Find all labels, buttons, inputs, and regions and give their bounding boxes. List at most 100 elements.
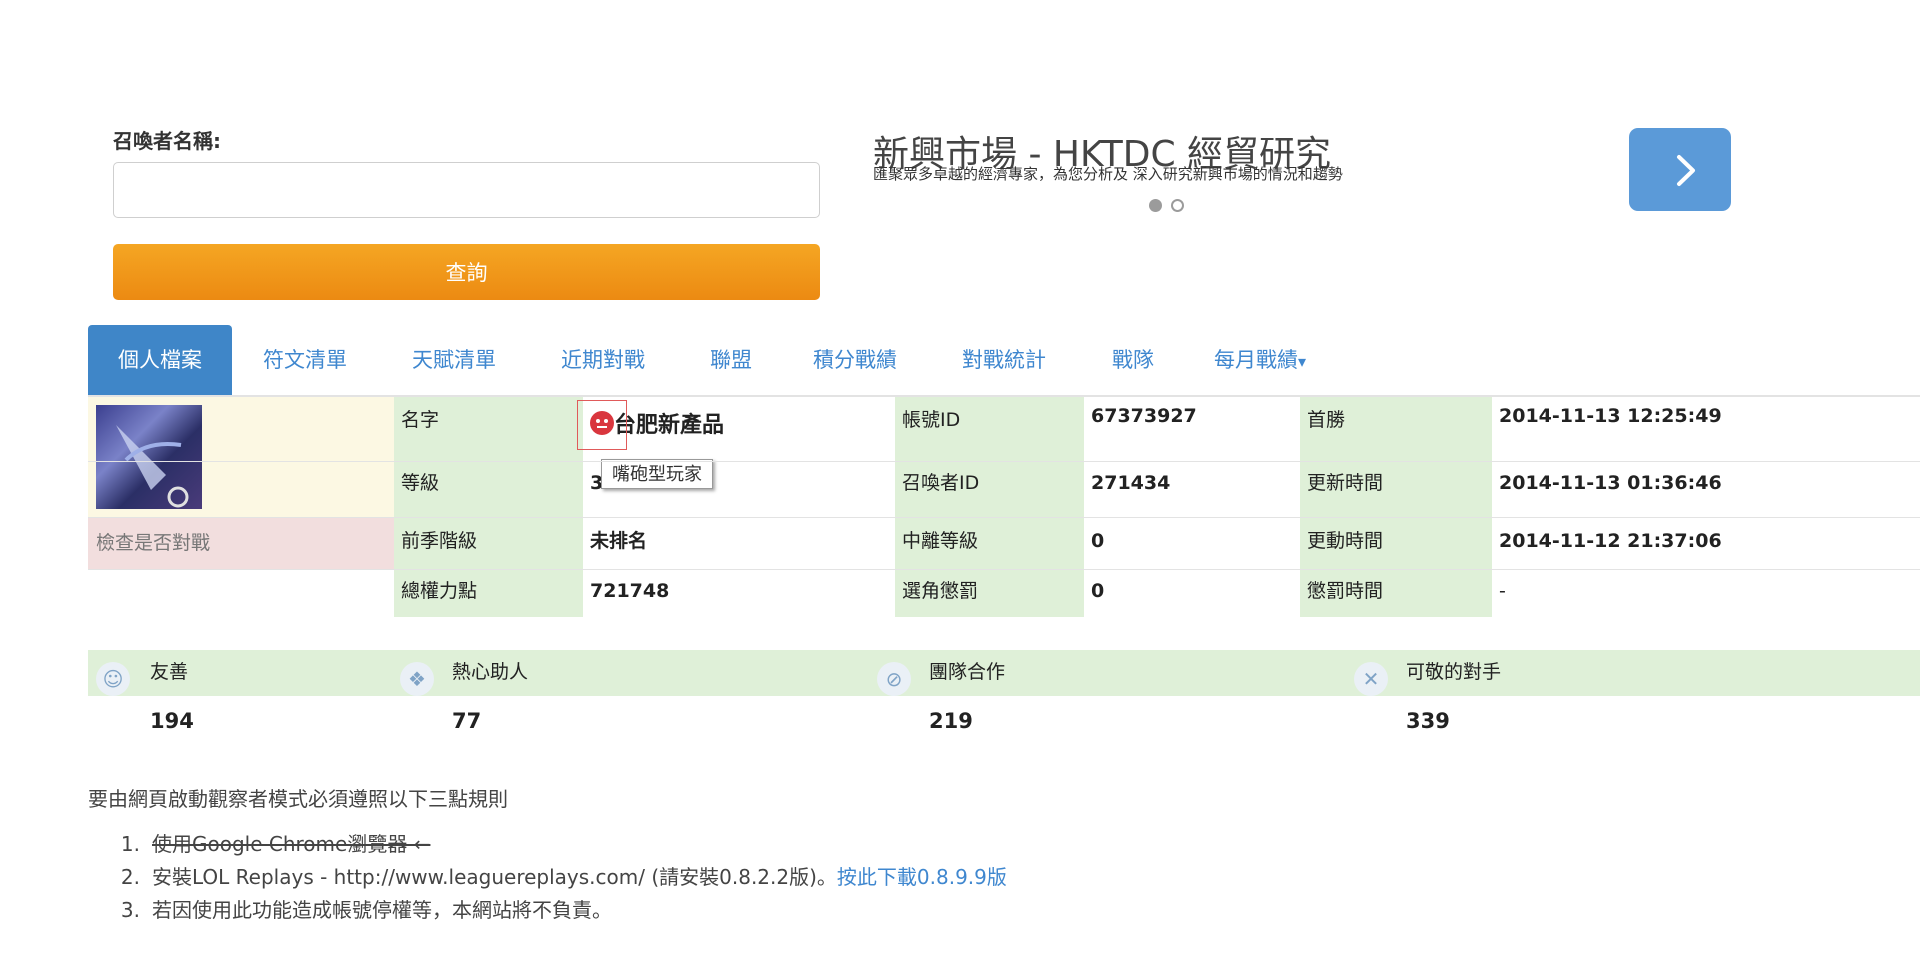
row-divider: [88, 517, 1920, 518]
honor-count-text: 194: [150, 709, 194, 733]
dodge-label: 選角懲罰: [895, 569, 1084, 617]
ad-description[interactable]: 匯聚眾多卓越的經濟專家，為您分析及 深入研究新興市場的情況和趨勢: [873, 166, 1493, 193]
rule-number: 1.: [120, 832, 140, 856]
name-label-text: 名字: [401, 409, 440, 431]
summoner-id-value: 271434: [1084, 461, 1300, 517]
check-game-cell[interactable]: 檢查是否對戰: [88, 517, 394, 569]
leaver-label: 中離等級: [895, 517, 1084, 569]
crossed-swords-icon: ✕: [1354, 662, 1388, 696]
rule-item: 1. 使用Google Chrome瀏覽器 ←: [88, 828, 1007, 861]
tab-label: 每月戰績: [1214, 348, 1298, 372]
summoner-id-label-text: 召喚者ID: [902, 472, 980, 494]
avatar: [96, 405, 202, 509]
leaver-label-text: 中離等級: [902, 530, 979, 552]
first-win-value: 2014-11-13 12:25:49: [1492, 397, 1920, 461]
summoner-id-value-text: 271434: [1091, 472, 1171, 494]
honor-count: 339: [1406, 702, 1450, 740]
smile-icon: ☺: [96, 662, 130, 696]
honor-label: 熱心助人: [452, 650, 528, 696]
honor-count-text: 77: [452, 709, 482, 733]
tab-label: 戰隊: [1112, 348, 1154, 372]
ad-pagination: [1149, 197, 1193, 216]
tab-monthly-stats[interactable]: 每月戰績▾: [1214, 325, 1306, 395]
search-button[interactable]: 查詢: [113, 244, 820, 300]
tab-label: 個人檔案: [118, 348, 202, 372]
honor-label-text: 團隊合作: [929, 661, 1006, 683]
honor-count: 77: [452, 702, 481, 740]
updated-value: 2014-11-13 01:36:46: [1492, 461, 1920, 517]
leaver-value: 0: [1084, 517, 1300, 569]
level-label: 等級: [394, 461, 583, 517]
first-win-label-text: 首勝: [1307, 409, 1346, 431]
badge-focus-box: [577, 400, 627, 450]
caret-down-icon: ▾: [1298, 352, 1307, 371]
check-game-link[interactable]: 檢查是否對戰: [96, 532, 210, 554]
rule-number: 2.: [120, 865, 140, 889]
summoner-id-label: 召喚者ID: [895, 461, 1084, 517]
team-icon: ⊘: [877, 662, 911, 696]
modified-value: 2014-11-12 21:37:06: [1492, 517, 1920, 569]
tab-ranked-stats[interactable]: 積分戰績: [813, 325, 897, 395]
modified-label-text: 更動時間: [1307, 530, 1384, 552]
rules-list: 1. 使用Google Chrome瀏覽器 ← 2. 安裝LOL Replays -…: [88, 828, 1007, 927]
influence-value: 721748: [583, 569, 895, 617]
tab-label: 對戰統計: [962, 348, 1046, 372]
influence-label: 總權力點: [394, 569, 583, 617]
honor-label: 友善: [150, 650, 188, 696]
dodge-value-text: 0: [1091, 580, 1105, 602]
ad-dot-1[interactable]: [1149, 199, 1162, 212]
penalty-value: -: [1492, 569, 1920, 617]
tab-label: 聯盟: [710, 348, 752, 372]
account-id-value-text: 67373927: [1091, 405, 1197, 427]
tab-runes[interactable]: 符文清單: [263, 325, 347, 395]
penalty-label: 懲罰時間: [1300, 569, 1492, 617]
honor-count-text: 219: [929, 709, 973, 733]
penalty-label-text: 懲罰時間: [1307, 580, 1384, 602]
first-win-label: 首勝: [1300, 397, 1492, 461]
influence-label-text: 總權力點: [401, 580, 478, 602]
honor-label: 可敬的對手: [1406, 650, 1501, 696]
tooltip: 嘴砲型玩家: [601, 459, 713, 489]
row-divider: [88, 461, 1920, 462]
tab-label: 近期對戰: [561, 348, 645, 372]
tab-match-stats[interactable]: 對戰統計: [962, 325, 1046, 395]
summoner-name: 台肥新產品: [614, 413, 725, 438]
leaver-value-text: 0: [1091, 530, 1105, 552]
honor-label-text: 熱心助人: [452, 661, 529, 683]
modified-label: 更動時間: [1300, 517, 1492, 569]
prev-tier-value-text: 未排名: [590, 530, 648, 552]
ad-dot-2[interactable]: [1171, 199, 1184, 212]
dodge-label-text: 選角懲罰: [902, 580, 979, 602]
honor-label-text: 友善: [150, 661, 189, 683]
tab-league[interactable]: 聯盟: [710, 325, 752, 395]
name-value-cell: 台肥新產品: [583, 397, 895, 461]
hands-icon: ❖: [400, 662, 434, 696]
honor-count: 219: [929, 702, 973, 740]
tab-masteries[interactable]: 天賦清單: [412, 325, 496, 395]
modified-value-text: 2014-11-12 21:37:06: [1499, 530, 1722, 552]
tab-profile[interactable]: 個人檔案: [88, 325, 232, 395]
honor-label-text: 可敬的對手: [1406, 661, 1502, 683]
rule-text: 使用Google Chrome瀏覽器 ←: [152, 832, 431, 856]
updated-label-text: 更新時間: [1307, 472, 1384, 494]
rules-intro: 要由網頁啟動觀察者模式必須遵照以下三點規則: [88, 787, 508, 811]
rule-item: 2. 安裝LOL Replays - http://www.leaguerepla…: [88, 861, 1007, 894]
ad-next-button[interactable]: [1629, 128, 1731, 211]
summoner-name-input[interactable]: [113, 162, 820, 218]
rule-text: 安裝LOL Replays - http://www.leaguereplays…: [152, 865, 837, 889]
account-id-value: 67373927: [1084, 397, 1300, 461]
tab-label: 積分戰績: [813, 348, 897, 372]
first-win-value-text: 2014-11-13 12:25:49: [1499, 405, 1722, 427]
updated-label: 更新時間: [1300, 461, 1492, 517]
rule-number: 3.: [120, 898, 140, 922]
dodge-value: 0: [1084, 569, 1300, 617]
summoner-icon-image: [116, 425, 189, 508]
tab-label: 天賦清單: [412, 348, 496, 372]
updated-value-text: 2014-11-13 01:36:46: [1499, 472, 1722, 494]
penalty-value-text: -: [1499, 580, 1506, 602]
download-link[interactable]: 按此下載0.8.9.9版: [837, 865, 1007, 889]
chevron-right-icon: [1677, 155, 1695, 186]
row-divider: [88, 569, 1920, 570]
tab-recent-games[interactable]: 近期對戰: [561, 325, 645, 395]
tab-teams[interactable]: 戰隊: [1112, 325, 1154, 395]
